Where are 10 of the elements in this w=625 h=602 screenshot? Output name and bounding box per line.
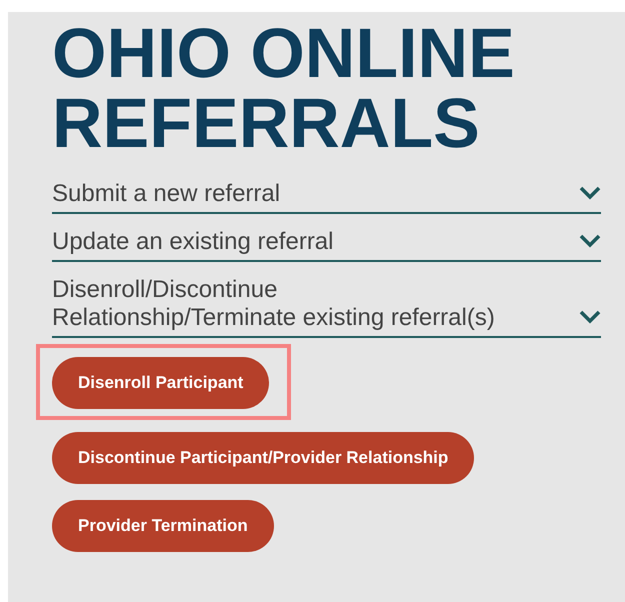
action-button[interactable]: Disenroll Participant [52,357,270,409]
chevron-icon [579,310,601,324]
action-button[interactable]: Provider Termination [52,500,274,552]
chevron-icon [579,234,601,248]
accordion-header[interactable]: Update an existing referral [52,228,601,262]
accordion-header[interactable]: Disenroll/Discontinue Relationship/Terminate existing referral(s) [52,276,601,338]
accordion-header[interactable]: Submit a new referral [52,180,601,214]
action-button[interactable]: Discontinue Participant/Provider Relationship [52,432,474,484]
page-title: OHIO ONLINE REFERRALS [52,18,516,158]
chevron-icon [579,186,601,200]
